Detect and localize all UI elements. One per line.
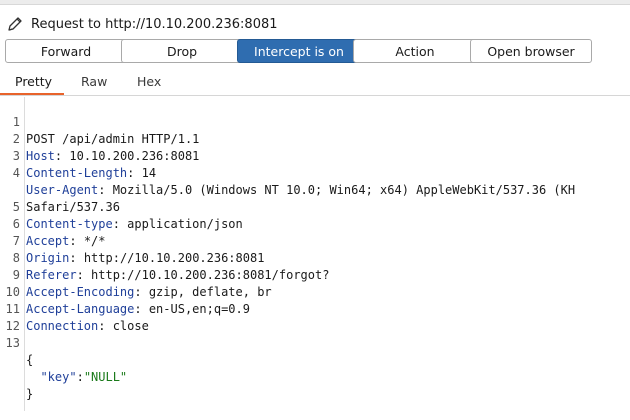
message-view-tabs: Pretty Raw Hex (0, 69, 630, 96)
request-editor[interactable]: 1 POST /api/admin HTTP/1.1 2 Host: 10.10… (0, 97, 630, 411)
json-value: "NULL" (83, 370, 128, 384)
editor-line: 9 Accept-Encoding: gzip, deflate, br (0, 250, 272, 299)
header-value: en-US,en;q=0.9 (141, 302, 250, 316)
action-button[interactable]: Action (353, 39, 477, 63)
editor-line: 12 (0, 301, 43, 333)
tab-raw[interactable]: Raw (81, 74, 107, 89)
tab-hex[interactable]: Hex (137, 74, 161, 89)
window-top-strip (0, 0, 630, 5)
editor-line: 1 POST /api/admin HTTP/1.1 (0, 97, 200, 146)
json-close-brace: } (26, 387, 34, 401)
request-header: Request to http://10.10.200.236:8081 (6, 12, 278, 36)
editor-line: 2 Host: 10.10.200.236:8081 (0, 114, 200, 163)
tab-pretty[interactable]: Pretty (15, 74, 52, 89)
editor-line: 6 Accept: */* (0, 199, 106, 248)
drop-button[interactable]: Drop (121, 39, 243, 63)
header-value: gzip, deflate, br (141, 285, 272, 299)
editor-line: 10 Accept-Language: en-US,en;q=0.9 (0, 267, 250, 316)
forward-button[interactable]: Forward (5, 39, 127, 63)
editor-line: } (0, 352, 43, 401)
header-value: */* (76, 234, 106, 248)
editor-line: 7 Origin: http://10.10.200.236:8081 (0, 216, 265, 265)
editor-line: 5 Content-type: application/json (0, 182, 243, 231)
editor-line: 4 User-Agent: Mozilla/5.0 (Windows NT 10… (0, 148, 575, 197)
open-browser-button[interactable]: Open browser (470, 39, 592, 63)
header-value: http://10.10.200.236:8081/forgot? (83, 268, 330, 282)
header-value: 14 (134, 166, 157, 180)
editor-line: "key":"NULL" (0, 335, 127, 384)
header-value: http://10.10.200.236:8081 (76, 251, 265, 265)
intercept-toggle-button[interactable]: Intercept is on (237, 39, 361, 63)
editor-line: Safari/537.36 (0, 165, 120, 214)
editor-line: 11 Connection: close (0, 284, 149, 333)
request-title: Request to http://10.10.200.236:8081 (31, 16, 278, 32)
editor-line: 13 { (0, 318, 43, 367)
pencil-icon (8, 17, 22, 31)
header-value: Mozilla/5.0 (Windows NT 10.0; Win64; x64… (105, 183, 576, 197)
editor-line: 8 Referer: http://10.10.200.236:8081/for… (0, 233, 330, 282)
active-tab-indicator (0, 93, 64, 95)
editor-line: 3 Content-Length: 14 (0, 131, 156, 180)
json-separator: : (76, 370, 84, 384)
header-value: close (105, 319, 149, 333)
json-key: "key" (40, 370, 77, 384)
header-value: application/json (119, 217, 243, 231)
request-line: POST /api/admin HTTP/1.1 (26, 132, 200, 146)
header-value: 10.10.200.236:8081 (62, 149, 200, 163)
